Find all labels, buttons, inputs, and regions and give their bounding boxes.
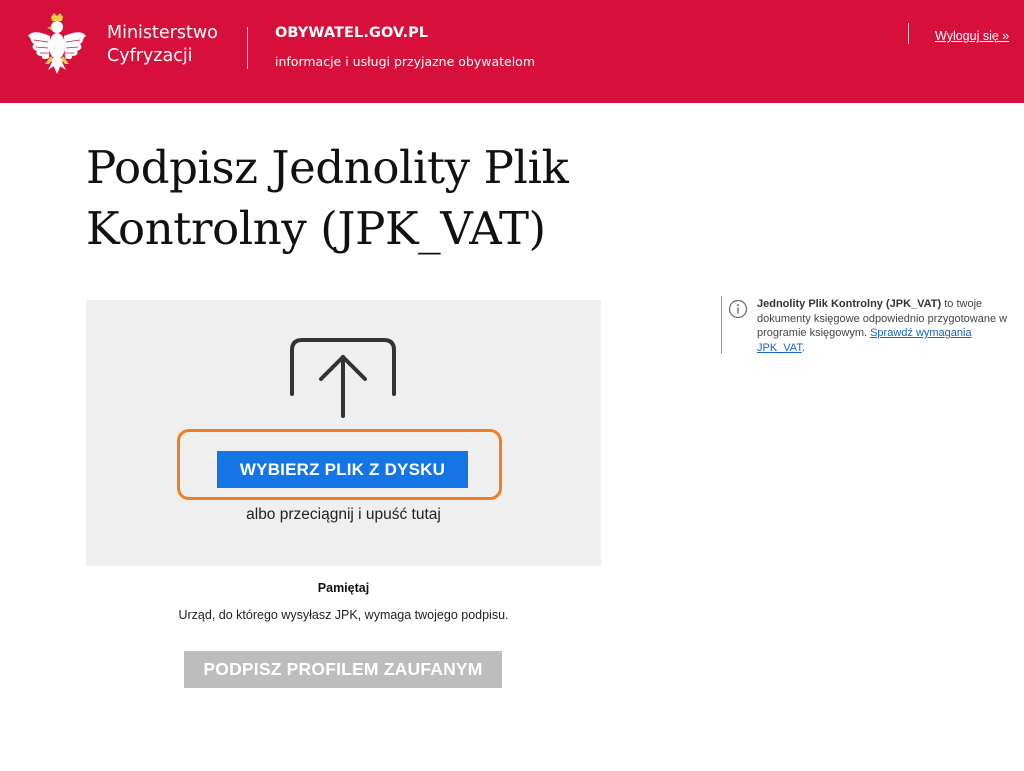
remember-heading: Pamiętaj	[317, 581, 370, 595]
jpk-info-text: Jednolity Plik Kontrolny (JPK_VAT) to tw…	[757, 297, 1019, 355]
upload-arrow-icon	[290, 338, 396, 418]
site-header: Ministerstwo Cyfryzacji OBYWATEL.GOV.PL …	[0, 0, 1024, 103]
jpk-info-trailing: .	[801, 341, 805, 354]
ministry-name: Ministerstwo Cyfryzacji	[107, 22, 218, 68]
logout-divider	[908, 23, 909, 44]
info-divider	[721, 296, 722, 354]
ministry-name-line1: Ministerstwo	[107, 23, 218, 43]
portal-title-link[interactable]: OBYWATEL.GOV.PL	[275, 25, 428, 41]
polish-eagle-emblem-icon	[28, 13, 86, 74]
remember-text: Urząd, do którego wysyłasz JPK, wymaga t…	[178, 608, 509, 622]
drag-drop-hint: albo przeciągnij i upuść tutaj	[246, 506, 441, 523]
sign-trusted-profile-button[interactable]: PODPISZ PROFILEM ZAUFANYM	[184, 651, 502, 688]
choose-file-button[interactable]: WYBIERZ PLIK Z DYSKU	[217, 451, 468, 488]
info-icon	[728, 299, 748, 319]
logout-link[interactable]: Wyloguj się »	[935, 29, 1009, 43]
ministry-name-line2: Cyfryzacji	[107, 46, 193, 66]
page-title: Podpisz Jednolity Plik Kontrolny (JPK_VA…	[86, 141, 569, 255]
portal-subtitle: informacje i usługi przyjazne obywatelom	[275, 54, 536, 69]
jpk-info-bold: Jednolity Plik Kontrolny (JPK_VAT)	[757, 298, 942, 310]
header-divider	[247, 27, 248, 69]
